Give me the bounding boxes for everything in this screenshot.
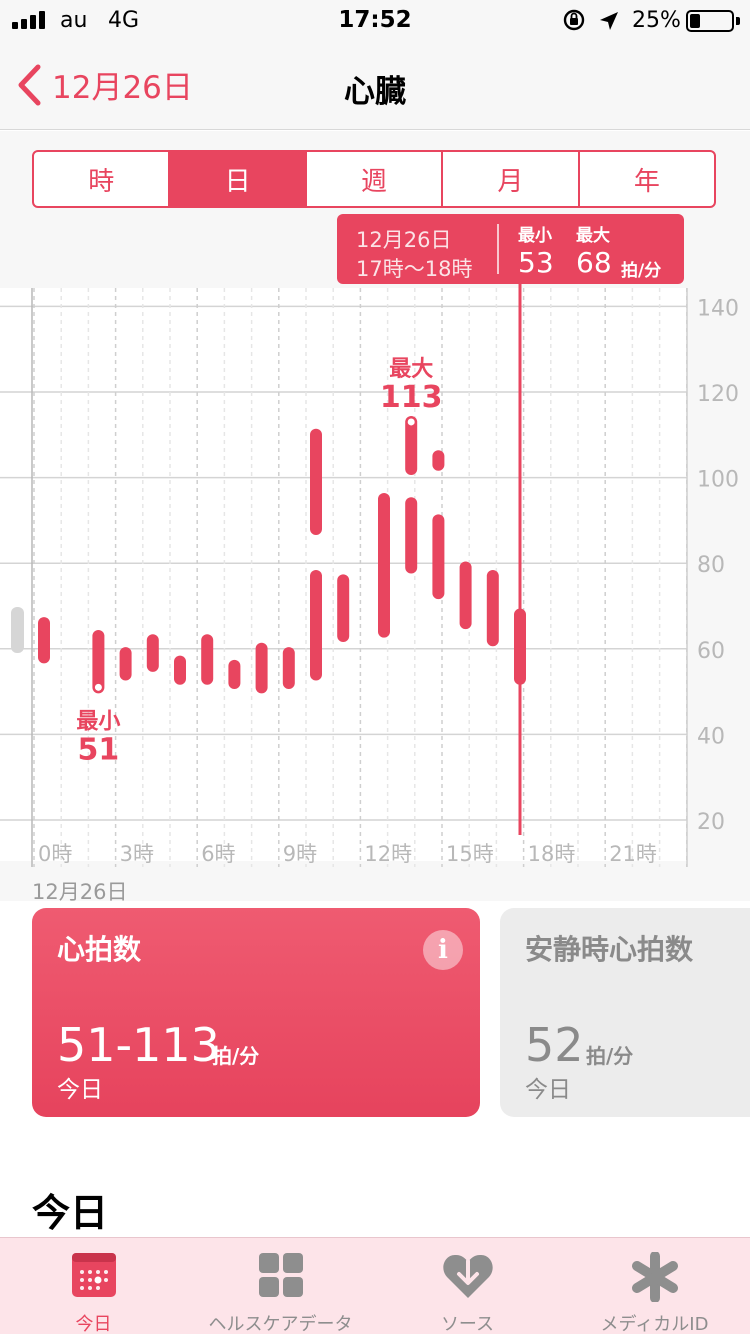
- selection-callout: 12月26日 17時〜18時 最小 最大 53 68 拍/分: [337, 214, 684, 284]
- grid-icon: [258, 1253, 303, 1297]
- resting-card-period: 今日: [525, 1077, 571, 1103]
- location-arrow-icon: [600, 12, 618, 30]
- max-marker: [407, 418, 415, 426]
- tab-health-data[interactable]: ヘルスケアデータ: [187, 1238, 374, 1334]
- status-bar: au 4G 17:52 25%: [0, 0, 750, 40]
- callout-max-value: 68: [576, 246, 612, 279]
- battery-percent: 25%: [632, 8, 681, 33]
- callout-date: 12月26日: [356, 228, 452, 252]
- heart-rate-card-title: 心拍数: [57, 933, 142, 966]
- chart-date-label: 12月26日: [32, 880, 128, 904]
- tab-bar: 今日 ヘルスケアデータ ソース メディカルID: [0, 1237, 750, 1334]
- section-heading-today: 今日: [32, 1191, 109, 1235]
- chart-area: 時 日 週 月 年 140 120 100 80 60 40 20 0時 3時 6時 9時 12時 15…: [0, 131, 750, 901]
- x-tick-label: 6時: [201, 842, 235, 866]
- callout-min-label: 最小: [518, 226, 552, 246]
- tab-sources-label: ソース: [440, 1314, 495, 1334]
- max-annotation-label: 最大: [389, 357, 433, 382]
- info-icon[interactable]: i: [423, 930, 463, 970]
- heart-download-icon: [442, 1254, 493, 1298]
- min-marker: [94, 683, 102, 691]
- y-tick-label: 140: [697, 296, 739, 321]
- x-tick-label: 3時: [120, 842, 154, 866]
- y-tick-label: 100: [697, 468, 739, 493]
- x-tick-label: 21時: [609, 842, 657, 866]
- resting-card-unit: 拍/分: [586, 1044, 634, 1068]
- max-annotation-value: 113: [380, 380, 443, 415]
- y-tick-label: 120: [697, 382, 739, 407]
- callout-hours: 17時〜18時: [356, 257, 473, 281]
- navigation-bar: 12月26日 心臓: [0, 40, 750, 130]
- heart-rate-card[interactable]: 心拍数 51-113 拍/分 今日: [32, 908, 480, 1117]
- tab-today[interactable]: 今日: [0, 1238, 187, 1334]
- tab-today-label: 今日: [75, 1314, 112, 1334]
- callout-min-value: 53: [518, 246, 554, 279]
- chart-scroll-handle: [11, 607, 24, 653]
- y-tick-label: 60: [697, 639, 725, 664]
- heart-rate-card-unit: 拍/分: [212, 1044, 260, 1068]
- y-tick-label: 80: [697, 553, 725, 578]
- x-tick-label: 9時: [283, 842, 317, 866]
- tab-sources[interactable]: ソース: [374, 1238, 561, 1334]
- tab-medical-id-label: メディカルID: [600, 1314, 709, 1334]
- resting-card-value: 52: [525, 1018, 584, 1072]
- calendar-icon: [71, 1253, 116, 1297]
- y-tick-label: 20: [697, 810, 725, 835]
- min-annotation-value: 51: [78, 732, 120, 767]
- resting-heart-rate-card[interactable]: 安静時心拍数 52 拍/分 今日: [500, 908, 750, 1117]
- x-tick-label: 18時: [528, 842, 576, 866]
- battery-tip: [736, 17, 740, 25]
- x-tick-label: 12時: [364, 842, 412, 866]
- heart-rate-card-value: 51-113: [57, 1018, 220, 1072]
- tab-medical-id[interactable]: メディカルID: [561, 1238, 748, 1334]
- callout-unit: 拍/分: [621, 261, 662, 281]
- callout-divider: [497, 224, 499, 274]
- battery-icon: [686, 10, 734, 32]
- tab-health-data-label: ヘルスケアデータ: [208, 1314, 353, 1334]
- page-title: 心臓: [344, 74, 406, 110]
- x-tick-label: 15時: [446, 842, 494, 866]
- callout-max-label: 最大: [576, 226, 610, 246]
- rotation-lock-icon: [563, 9, 585, 31]
- battery-level: [690, 14, 700, 28]
- resting-card-title: 安静時心拍数: [525, 933, 694, 966]
- heart-rate-card-period: 今日: [57, 1077, 103, 1103]
- x-tick-label: 0時: [38, 842, 72, 866]
- y-tick-label: 40: [697, 724, 725, 749]
- asterisk-icon: [631, 1252, 678, 1302]
- min-annotation-label: 最小: [76, 709, 120, 734]
